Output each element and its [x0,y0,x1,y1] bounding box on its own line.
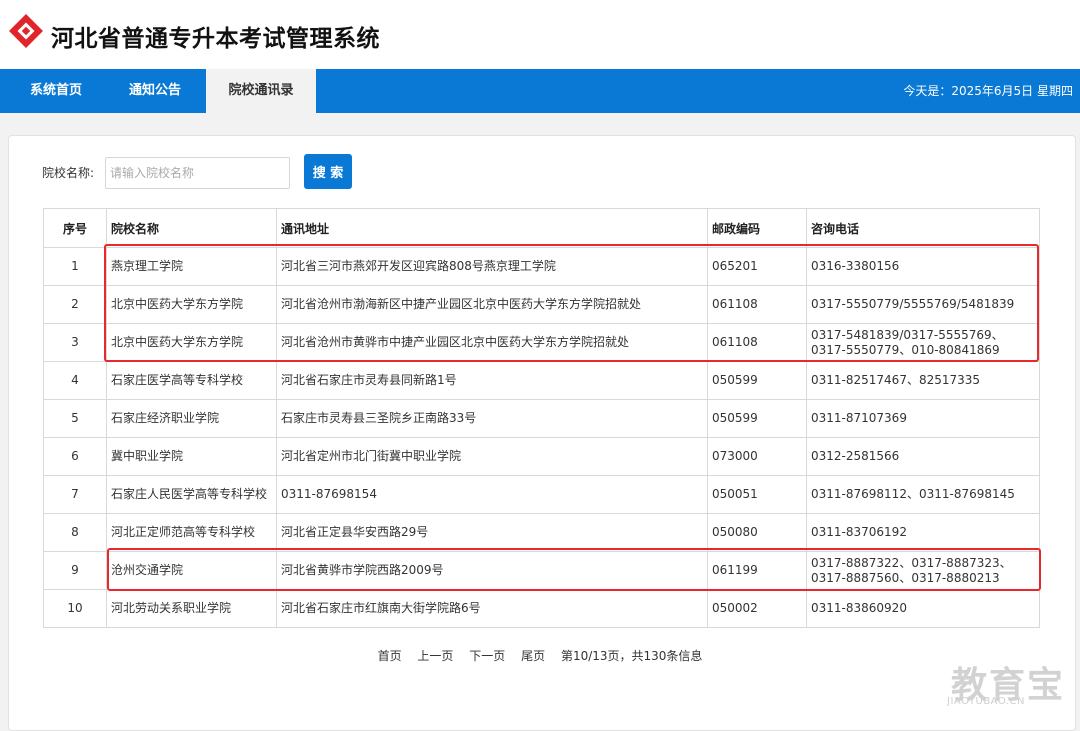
pager-prev[interactable]: 上一页 [417,647,453,664]
row-postcode: 050599 [707,399,807,438]
row-address: 河北省石家庄市红旗南大街学院路6号 [276,589,708,628]
table-row: 3 北京中医药大学东方学院 河北省沧州市黄骅市中捷产业园区北京中医药大学东方学院… [43,323,1040,362]
row-school-name: 沧州交通学院 [106,551,277,590]
nav-home[interactable]: 系统首页 [13,69,99,113]
row-school-name: 石家庄人民医学高等专科学校 [106,475,277,514]
row-address: 河北省沧州市渤海新区中捷产业园区北京中医药大学东方学院招就处 [276,285,708,324]
table-row: 9 沧州交通学院 河北省黄骅市学院西路2009号 061199 0317-888… [43,551,1040,590]
table-row: 10 河北劳动关系职业学院 河北省石家庄市红旗南大街学院路6号 050002 0… [43,589,1040,628]
row-address: 0311-87698154 [276,475,708,514]
row-postcode: 050599 [707,361,807,400]
table-row: 4 石家庄医学高等专科学校 河北省石家庄市灵寿县同新路1号 050599 031… [43,361,1040,400]
search-label: 院校名称: [42,166,95,180]
row-phone: 0317-5481839/0317-5555769、0317-5550779、0… [806,323,1040,362]
row-phone: 0311-87698112、0311-87698145 [806,475,1040,514]
row-postcode: 065201 [707,247,807,286]
nav-announcements[interactable]: 通知公告 [112,69,198,113]
table-row: 2 北京中医药大学东方学院 河北省沧州市渤海新区中捷产业园区北京中医药大学东方学… [43,285,1040,324]
row-address: 河北省定州市北门街冀中职业学院 [276,437,708,476]
row-phone: 0311-87107369 [806,399,1040,438]
app-title: 河北省普通专升本考试管理系统 [51,26,380,52]
header-index: 序号 [43,208,107,248]
row-school-name: 冀中职业学院 [106,437,277,476]
row-school-name: 燕京理工学院 [106,247,277,286]
row-postcode: 061108 [707,285,807,324]
row-postcode: 073000 [707,437,807,476]
row-index: 9 [43,551,107,590]
table-row: 5 石家庄经济职业学院 石家庄市灵寿县三圣院乡正南路33号 050599 031… [43,399,1040,438]
main-nav: 系统首页 通知公告 院校通讯录 今天是：2025年6月5日 星期四 [0,69,1080,113]
table-row: 7 石家庄人民医学高等专科学校 0311-87698154 050051 031… [43,475,1040,514]
pagination: 首页 上一页 下一页 尾页 第10/13页，共130条信息 [0,647,1080,664]
nav-school-directory[interactable]: 院校通讯录 [206,69,316,113]
row-index: 5 [43,399,107,438]
row-index: 7 [43,475,107,514]
row-address: 河北省黄骅市学院西路2009号 [276,551,708,590]
row-phone: 0312-2581566 [806,437,1040,476]
pager-info: 第10/13页，共130条信息 [560,649,703,663]
school-name-search-input[interactable] [105,157,290,189]
table-row: 1 燕京理工学院 河北省三河市燕郊开发区迎宾路808号燕京理工学院 065201… [43,247,1040,286]
watermark-subtitle: JIAOYUBAO.CN [947,696,1025,707]
row-school-name: 石家庄经济职业学院 [106,399,277,438]
table-row: 8 河北正定师范高等专科学校 河北省正定县华安西路29号 050080 0311… [43,513,1040,552]
table-row: 6 冀中职业学院 河北省定州市北门街冀中职业学院 073000 0312-258… [43,437,1040,476]
header-postcode: 邮政编码 [707,208,807,248]
search-button[interactable]: 搜 索 [304,154,352,189]
row-index: 4 [43,361,107,400]
pager-next[interactable]: 下一页 [469,647,505,664]
row-index: 10 [43,589,107,628]
current-date: 今天是：2025年6月5日 星期四 [903,84,1073,98]
row-phone: 0316-3380156 [806,247,1040,286]
row-phone: 0317-8887322、0317-8887323、0317-8887560、0… [806,551,1040,590]
pager-last[interactable]: 尾页 [521,647,545,664]
row-index: 6 [43,437,107,476]
row-index: 2 [43,285,107,324]
row-address: 河北省正定县华安西路29号 [276,513,708,552]
row-school-name: 河北劳动关系职业学院 [106,589,277,628]
row-phone: 0311-83860920 [806,589,1040,628]
row-postcode: 050080 [707,513,807,552]
row-school-name: 北京中医药大学东方学院 [106,323,277,362]
row-address: 河北省石家庄市灵寿县同新路1号 [276,361,708,400]
header-address: 通讯地址 [276,208,708,248]
row-postcode: 050002 [707,589,807,628]
row-index: 1 [43,247,107,286]
row-phone: 0317-5550779/5555769/5481839 [806,285,1040,324]
row-address: 石家庄市灵寿县三圣院乡正南路33号 [276,399,708,438]
row-postcode: 050051 [707,475,807,514]
header-phone: 咨询电话 [806,208,1040,248]
row-school-name: 河北正定师范高等专科学校 [106,513,277,552]
header-school-name: 院校名称 [106,208,277,248]
row-phone: 0311-83706192 [806,513,1040,552]
row-index: 3 [43,323,107,362]
row-postcode: 061108 [707,323,807,362]
row-address: 河北省三河市燕郊开发区迎宾路808号燕京理工学院 [276,247,708,286]
diamond-logo-icon [9,14,43,48]
watermark: 教育宝 JIAOYUBAO.CN [945,656,1065,714]
row-school-name: 北京中医药大学东方学院 [106,285,277,324]
row-postcode: 061199 [707,551,807,590]
school-directory-table: 序号 院校名称 通讯地址 邮政编码 咨询电话 1 燕京理工学院 河北省三河市燕郊… [43,208,1040,628]
table-header-row: 序号 院校名称 通讯地址 邮政编码 咨询电话 [43,208,1040,248]
row-address: 河北省沧州市黄骅市中捷产业园区北京中医药大学东方学院招就处 [276,323,708,362]
header: 河北省普通专升本考试管理系统 [0,0,1080,69]
row-phone: 0311-82517467、82517335 [806,361,1040,400]
pager-first[interactable]: 首页 [378,647,402,664]
row-index: 8 [43,513,107,552]
row-school-name: 石家庄医学高等专科学校 [106,361,277,400]
